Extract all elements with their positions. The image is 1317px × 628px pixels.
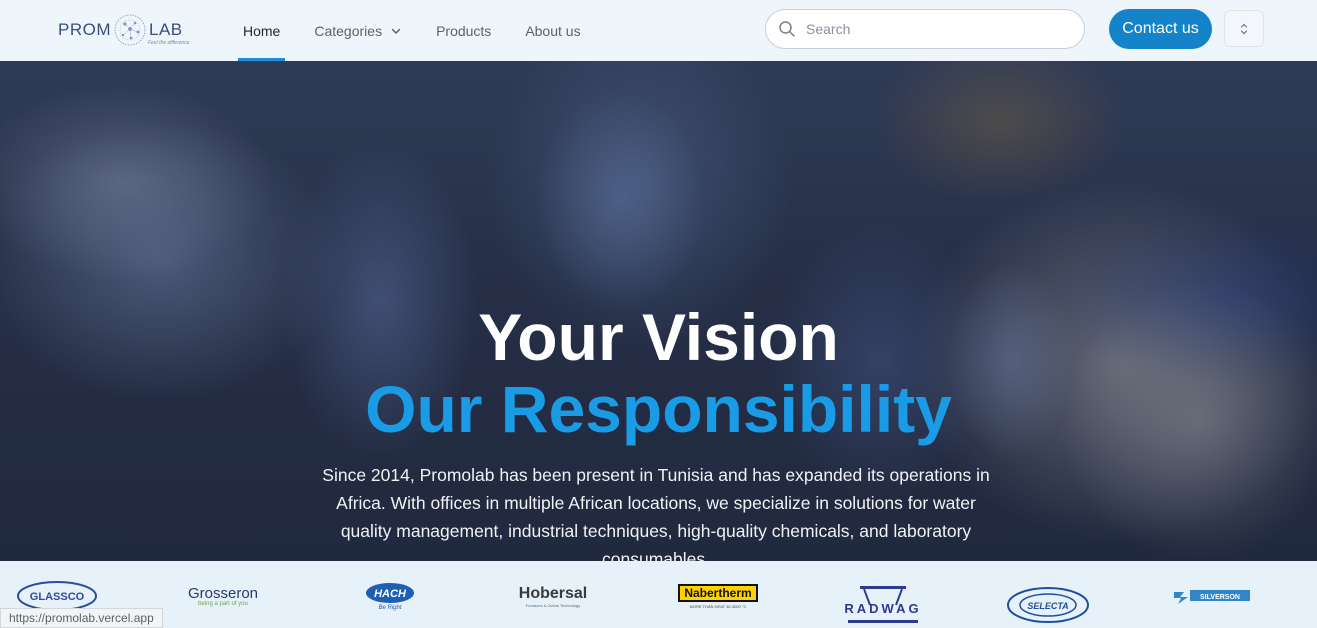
hero-description: Since 2014, Promolab has been present in… xyxy=(322,465,990,561)
search-icon xyxy=(779,21,795,37)
nav-categories[interactable]: Categories xyxy=(309,0,407,61)
nav-categories-label: Categories xyxy=(314,22,383,39)
partner-logo-selecta[interactable]: SELECTA xyxy=(1006,585,1090,625)
partner-logo-silverson[interactable]: SILVERSON xyxy=(1170,579,1254,613)
hero-title-line1: Your Vision xyxy=(478,300,839,374)
logo-tagline: Feel the difference xyxy=(148,40,190,46)
partner-logo-grosseron[interactable]: Grosseron being a part of you xyxy=(182,579,264,613)
partner-logo-nabertherm[interactable]: Nabertherm MORE THAN HEAT 30-3000 °C xyxy=(676,579,760,613)
main-nav: Home Categories Products About us xyxy=(238,0,610,61)
contact-us-button[interactable]: Contact us xyxy=(1109,9,1212,49)
promolab-logo[interactable]: PROM LAB Feel the difference xyxy=(58,6,198,54)
svg-text:SILVERSON: SILVERSON xyxy=(1200,594,1240,601)
status-bar-url: https://promolab.vercel.app xyxy=(0,608,163,628)
partner-logos-strip: GLASSCO Grosseron being a part of you HA… xyxy=(0,561,1317,628)
nav-products-label: Products xyxy=(436,22,492,39)
partner-logo-hobersal[interactable]: Hobersal Furnaces & Ovens Technology xyxy=(510,579,596,613)
hero-section: Your Vision Our Responsibility Since 201… xyxy=(0,61,1317,561)
top-navbar: PROM LAB Feel the difference Home Catego… xyxy=(0,0,1317,61)
language-selector[interactable] xyxy=(1224,10,1264,47)
logo-text-right: LAB xyxy=(149,20,183,39)
svg-text:RADWAG: RADWAG xyxy=(844,601,921,616)
svg-text:SELECTA: SELECTA xyxy=(1027,601,1068,611)
nav-about-label: About us xyxy=(525,22,581,39)
select-chevrons-icon xyxy=(1240,23,1248,34)
search-box[interactable] xyxy=(765,9,1085,49)
partner-logo-radwag[interactable]: RADWAG xyxy=(840,583,926,625)
svg-text:HACH: HACH xyxy=(374,588,407,600)
search-input[interactable] xyxy=(806,21,1066,37)
svg-text:GLASSCO: GLASSCO xyxy=(30,591,85,603)
chevron-down-icon xyxy=(391,28,401,34)
nav-home[interactable]: Home xyxy=(238,0,286,61)
partner-logo-hach[interactable]: HACH Be Right xyxy=(362,579,418,613)
hero-title-line2: Our Responsibility xyxy=(365,372,952,446)
nav-products[interactable]: Products xyxy=(431,0,496,61)
nav-about[interactable]: About us xyxy=(520,0,585,61)
logo-globe-icon xyxy=(114,14,146,46)
nav-home-label: Home xyxy=(243,22,281,39)
logo-text-left: PROM xyxy=(58,20,111,39)
